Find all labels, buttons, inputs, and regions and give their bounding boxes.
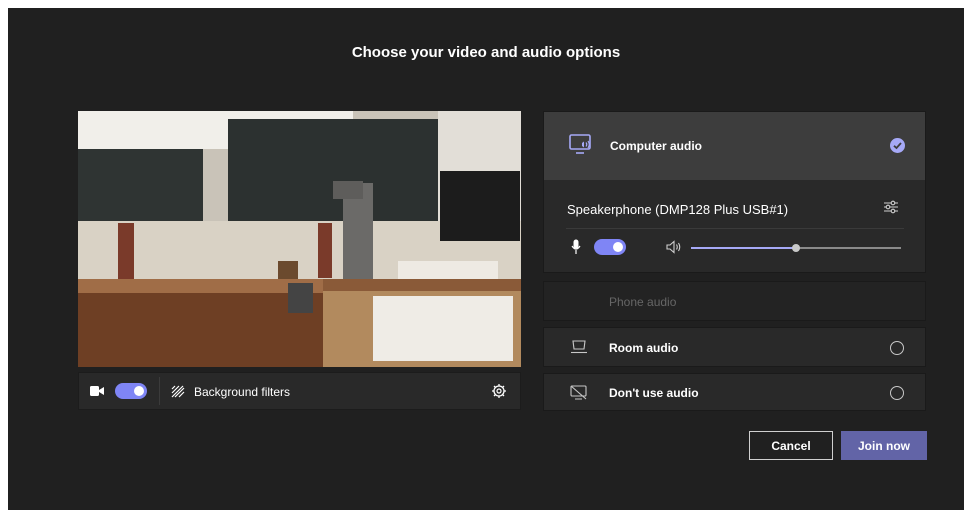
page-title: Choose your video and audio options (351, 44, 621, 61)
divider (566, 228, 904, 229)
speaker-device-name[interactable]: Speakerphone (DMP128 Plus USB#1) (567, 202, 788, 217)
no-audio-label: Don't use audio (609, 386, 699, 400)
camera-icon (90, 385, 104, 397)
gear-icon[interactable] (491, 383, 507, 399)
divider (159, 377, 160, 405)
microphone-icon (571, 239, 581, 255)
phone-audio-option[interactable]: Phone audio (543, 281, 926, 321)
no-audio-radio[interactable] (890, 386, 904, 400)
room-audio-label: Room audio (609, 341, 679, 355)
no-audio-icon (570, 385, 588, 401)
room-device-icon (570, 340, 588, 354)
join-now-button[interactable]: Join now (841, 431, 927, 460)
room-audio-radio[interactable] (890, 341, 904, 355)
microphone-toggle[interactable] (594, 239, 626, 255)
volume-slider-fill (691, 247, 796, 249)
camera-toggle[interactable] (115, 383, 147, 399)
video-preview (78, 111, 521, 367)
computer-audio-label: Computer audio (610, 139, 702, 153)
selected-check-icon (890, 138, 905, 153)
volume-slider[interactable] (691, 244, 901, 252)
background-filters-button[interactable]: Background filters (194, 385, 290, 399)
room-audio-option[interactable]: Room audio (543, 327, 926, 367)
prejoin-screen: Choose your video and audio options Back… (8, 8, 964, 510)
computer-audio-icon (569, 134, 593, 156)
computer-audio-option[interactable]: Computer audio (544, 112, 925, 180)
no-audio-option[interactable]: Don't use audio (543, 373, 926, 411)
computer-audio-panel: Computer audio Speakerphone (DMP128 Plus… (543, 111, 926, 273)
device-settings-icon[interactable] (883, 200, 899, 214)
phone-audio-label: Phone audio (609, 295, 677, 309)
background-filters-icon (171, 385, 186, 398)
speaker-volume-icon (666, 240, 682, 254)
video-controls-bar: Background filters (78, 372, 521, 410)
cancel-button[interactable]: Cancel (749, 431, 833, 460)
volume-slider-thumb[interactable] (792, 244, 800, 252)
